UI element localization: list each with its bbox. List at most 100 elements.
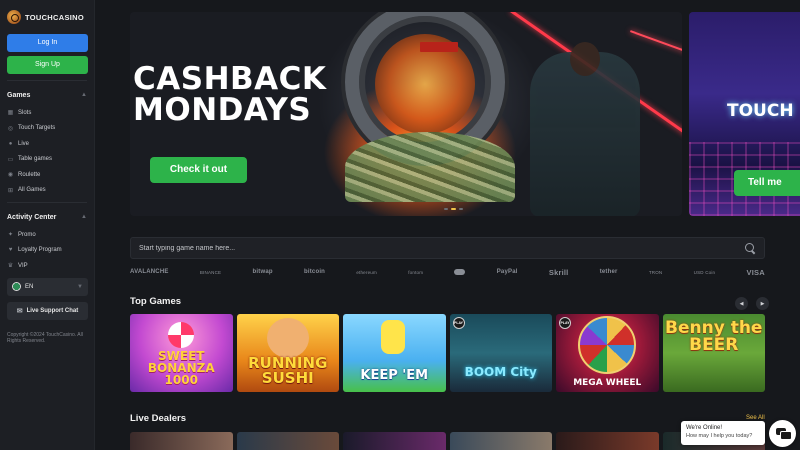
sidebar-item-vip[interactable]: ♛ VIP — [7, 258, 87, 274]
payment-logo-usdc: USD Coin — [693, 269, 716, 275]
sidebar-item-slots[interactable]: ▦ Slots — [7, 105, 87, 121]
activity-section-title: Activity Center — [7, 213, 57, 221]
cash-pile-image — [345, 132, 515, 202]
language-select[interactable]: EN ▼ — [7, 277, 88, 296]
live-icon: ● — [8, 140, 13, 147]
vip-icon: ♛ — [7, 263, 14, 270]
game-title: RUNNING SUSHI — [248, 354, 328, 387]
tell-me-button[interactable]: Tell me — [734, 170, 800, 196]
carousel-dot-active[interactable] — [451, 208, 456, 210]
search-input[interactable] — [139, 244, 719, 252]
payment-logo-visa: VISA — [746, 267, 765, 277]
sidebar-item-table-games[interactable]: ▭ Table games — [7, 152, 87, 168]
chat-icon: ✉ — [16, 307, 23, 315]
game-tile-running-sushi[interactable]: RUNNING SUSHI — [236, 314, 339, 392]
login-button[interactable]: Log In — [7, 34, 88, 52]
search-bar[interactable] — [130, 237, 765, 259]
chat-status: We're Online! — [686, 425, 723, 431]
game-tile-keep-em[interactable]: KEEP 'EM — [343, 314, 446, 392]
sidebar-item-label: Touch Targets — [18, 125, 56, 132]
sidebar-item-roulette[interactable]: ◉ Roulette — [7, 167, 87, 183]
payment-logo-skrill: Skrill — [548, 267, 569, 277]
live-dealer-tile[interactable] — [343, 432, 446, 450]
signup-button[interactable]: Sign Up — [7, 56, 88, 74]
play-badge-icon: PLAY — [559, 317, 571, 329]
chevron-up-icon: ▲ — [81, 214, 87, 220]
carousel-dot[interactable] — [444, 208, 448, 210]
live-dealer-tile[interactable] — [449, 432, 552, 450]
sidebar-item-live[interactable]: ● Live — [7, 136, 87, 152]
live-support-button[interactable]: ✉ Live Support Chat — [7, 301, 88, 320]
banner-title: CASHBACK MONDAYS — [133, 64, 326, 126]
flag-icon — [12, 282, 21, 291]
game-title: BOOM City — [464, 365, 537, 379]
top-games-row: SWEET BONANZA 1000 RUNNING SUSHI KEEP 'E… — [130, 314, 765, 392]
payment-logo-avalanche: AVALANCHE — [130, 269, 169, 275]
sidebar: TOUCHCASINO Log In Sign Up Games ▲ ▦ Slo… — [0, 0, 95, 450]
brand-logo-icon — [7, 10, 21, 24]
games-section-header[interactable]: Games ▲ — [7, 89, 87, 101]
character-image — [381, 320, 405, 354]
banner-title-line: CASHBACK — [133, 61, 327, 97]
game-tile-benny-the-beer[interactable]: Benny the BEER — [662, 314, 765, 392]
carousel-dot[interactable] — [459, 208, 463, 210]
game-title: SWEET BONANZA 1000 — [147, 349, 215, 387]
games-section-title: Games — [7, 91, 31, 99]
payment-methods: AVALANCHE BINANCE bitwap bitcoin ethereu… — [130, 265, 765, 279]
game-tile-mega-wheel[interactable]: PLAY MEGA WHEEL — [556, 314, 659, 392]
sidebar-item-touch-targets[interactable]: ◎ Touch Targets — [7, 121, 87, 137]
next-banner[interactable]: TOUCH Tell me — [689, 12, 800, 216]
app-root: TOUCHCASINO Log In Sign Up Games ▲ ▦ Slo… — [0, 0, 800, 450]
candy-icon — [168, 322, 194, 348]
sidebar-item-promo[interactable]: ✦ Promo — [7, 227, 87, 243]
loyalty-icon: ♥ — [8, 247, 13, 254]
chat-launcher-button[interactable] — [769, 420, 796, 447]
payment-logo-tether: tether — [599, 269, 618, 275]
sushi-chef-image — [266, 318, 309, 358]
language-code: EN — [25, 283, 34, 290]
payment-logo-bitwap: bitwap — [252, 269, 273, 275]
check-it-out-button[interactable]: Check it out — [150, 157, 247, 183]
sidebar-item-all-games[interactable]: ⊞ All Games — [7, 183, 87, 199]
game-tile-boom-city[interactable]: PLAY BOOM City — [449, 314, 552, 392]
sidebar-divider — [7, 202, 87, 203]
hero-banner[interactable]: CASHBACK MONDAYS Check it out — [130, 12, 682, 216]
sidebar-item-label: Promo — [18, 231, 36, 238]
next-arrow-icon[interactable]: ▶ — [756, 297, 769, 310]
sidebar-item-label: Live — [18, 140, 30, 147]
slot-icon: ▦ — [7, 110, 14, 117]
payment-logo-toggle-icon — [454, 269, 466, 275]
target-icon: ◎ — [7, 125, 14, 132]
payment-logo-paypal: PayPal — [496, 269, 518, 275]
live-dealers-title: Live Dealers — [130, 413, 186, 424]
banner-title-line: MONDAYS — [133, 92, 312, 128]
sidebar-item-label: All Games — [18, 187, 46, 194]
sidebar-item-label: Loyalty Program — [18, 247, 62, 254]
wheel-image — [578, 316, 636, 374]
carousel-dots — [444, 208, 463, 210]
game-title: Benny the BEER — [665, 318, 763, 355]
live-dealer-tile[interactable] — [236, 432, 339, 450]
payment-logo-binance: BINANCE — [199, 269, 222, 275]
play-badge-icon: PLAY — [452, 317, 465, 329]
game-title: MEGA WHEEL — [573, 378, 642, 388]
sidebar-divider — [7, 80, 87, 81]
promo-icon: ✦ — [7, 232, 14, 239]
game-tile-sweet-bonanza[interactable]: SWEET BONANZA 1000 — [130, 314, 233, 392]
live-dealer-tile[interactable] — [556, 432, 659, 450]
prev-arrow-icon[interactable]: ◀ — [735, 297, 748, 310]
search-icon[interactable] — [745, 242, 756, 254]
sidebar-item-loyalty[interactable]: ♥ Loyalty Program — [7, 243, 87, 259]
activity-section-header[interactable]: Activity Center ▲ — [7, 211, 87, 223]
thief-character-image — [530, 42, 640, 216]
live-dealer-tile[interactable] — [130, 432, 233, 450]
live-support-label: Live Support Chat — [26, 307, 79, 314]
brand[interactable]: TOUCHCASINO — [7, 8, 87, 26]
sidebar-item-label: Slots — [18, 109, 32, 116]
top-games-nav: ◀ ▶ — [735, 297, 769, 310]
main-content: CASHBACK MONDAYS Check it out TOUCH Tell… — [95, 0, 800, 450]
grid-icon: ⊞ — [7, 187, 14, 194]
payment-logo-fantom: fontom — [408, 269, 424, 275]
chat-greeting-bubble[interactable]: We're Online! How may I help you today? — [681, 421, 765, 445]
payment-logo-tron: TRON — [648, 269, 663, 275]
